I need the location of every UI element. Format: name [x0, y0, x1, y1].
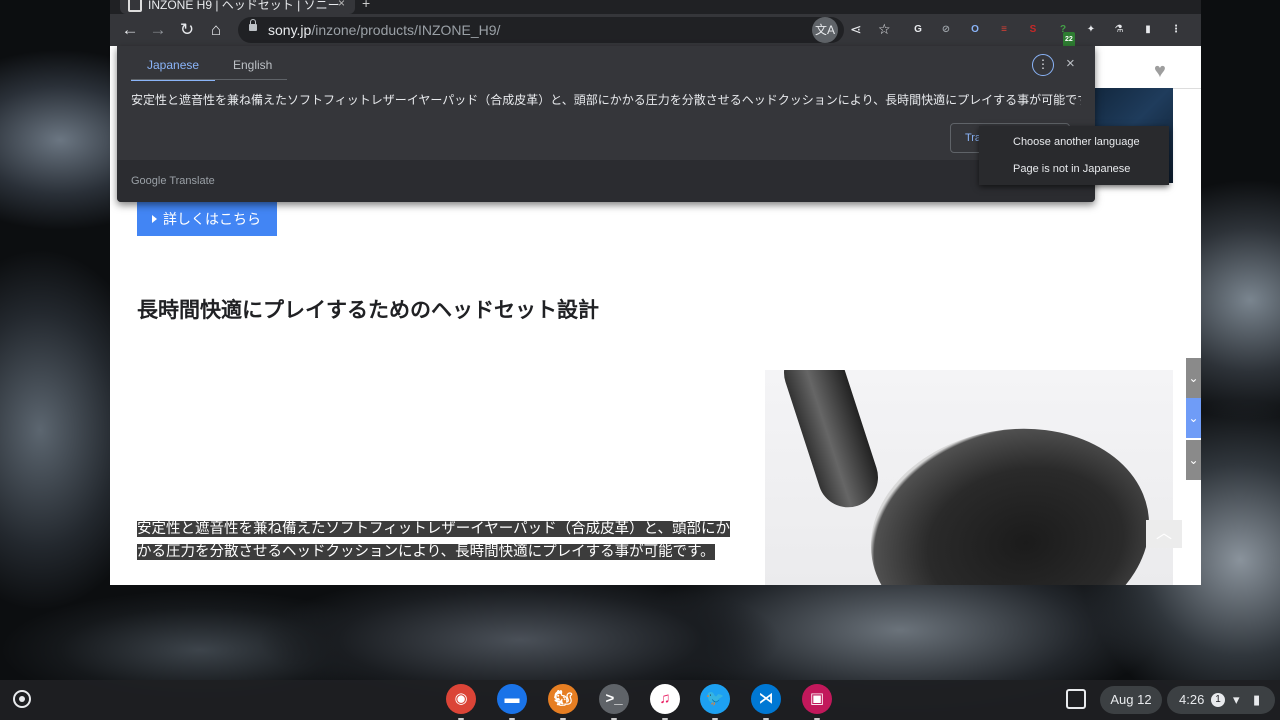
side-panel-icon[interactable]: ▮ [1140, 22, 1156, 38]
bookmark-star-icon[interactable]: ☆ [878, 21, 891, 38]
browser-tab[interactable]: INZONE H9 | ヘッドセット | ソニー × [120, 0, 355, 14]
more-options-icon[interactable]: ⋮ [1032, 54, 1054, 76]
tab-english[interactable]: English [217, 52, 288, 79]
menu-item-not-japanese[interactable]: Page is not in Japanese [1013, 163, 1130, 175]
translate-preview-text: 安定性と遮音性を兼ね備えたソフトフィットレザーイヤーパッド（合成皮革）と、頭部に… [131, 93, 1081, 107]
tab-strip: INZONE H9 | ヘッドセット | ソニー × + [110, 0, 1201, 14]
headphone-image [765, 370, 1173, 585]
chromeos-shelf: ◉ ▬ 🐿 >_ ♫ 🐦 ⋊ ▣ Aug 12 4:26 1 ▾ ▮ [0, 680, 1280, 720]
side-scroll-tab-1[interactable]: ⌄ [1186, 358, 1201, 398]
vscode-app-icon[interactable]: ⋊ [751, 684, 781, 720]
heart-icon[interactable]: ♥ [1154, 60, 1166, 83]
extensions-puzzle-icon[interactable]: ✦ [1083, 22, 1099, 38]
files-app-icon[interactable]: ▬ [497, 684, 527, 720]
back-button[interactable]: ← [120, 20, 140, 40]
todoist-extension-icon[interactable]: ≡ [996, 22, 1012, 38]
headphone-earcup [853, 407, 1167, 585]
tab-favicon-icon [128, 0, 142, 12]
labs-extension-icon[interactable]: ⚗ [1111, 22, 1127, 38]
status-tray[interactable]: 4:26 1 ▾ ▮ [1167, 686, 1275, 714]
grammar-extension-icon[interactable]: G [910, 22, 926, 38]
address-bar[interactable]: sony.jp/inzone/products/INZONE_H9/ ⋖ ☆ 文… [238, 17, 891, 43]
tab-japanese[interactable]: Japanese [131, 52, 216, 81]
tab-close-icon[interactable]: × [338, 0, 345, 10]
forward-button[interactable]: → [148, 20, 168, 40]
block-extension-icon[interactable]: ⊘ [938, 22, 954, 38]
menu-item-choose-language[interactable]: Choose another language [1013, 136, 1140, 148]
sentry-extension-icon[interactable]: S [1025, 22, 1041, 38]
close-icon[interactable]: × [1066, 55, 1075, 72]
notification-count: 1 [1211, 693, 1225, 707]
squirrel-app-icon[interactable]: 🐿 [548, 684, 578, 720]
privacy-extension-icon[interactable]: O [967, 22, 983, 38]
tab-title: INZONE H9 | ヘッドセット | ソニー [148, 0, 340, 12]
chrome-app-icon[interactable]: ◉ [446, 684, 476, 720]
translate-icon[interactable]: 文A [812, 17, 838, 43]
lock-icon[interactable] [249, 19, 257, 31]
scroll-to-top-button[interactable]: ︿ [1146, 520, 1182, 548]
section-heading: 長時間快適にプレイするためのヘッドセット設計 [137, 299, 599, 322]
side-scroll-tab-2[interactable]: ⌄ [1186, 398, 1201, 438]
terminal-app-icon[interactable]: >_ [599, 684, 629, 720]
virtual-desk-icon[interactable] [1066, 689, 1086, 709]
launcher-icon[interactable] [13, 690, 31, 708]
side-scroll-tab-3[interactable]: ⌄ [1186, 440, 1201, 480]
music-app-icon[interactable]: ♫ [650, 684, 680, 720]
headphone-band [776, 370, 886, 516]
product-description: 安定性と遮音性を兼ね備えたソフトフィットレザーイヤーパッド（合成皮革）と、頭部に… [137, 521, 731, 560]
tracker-extension-icon[interactable]: ? 22 [1055, 22, 1075, 48]
browser-toolbar: ← → ↻ ⌂ sony.jp/inzone/products/INZONE_H… [110, 14, 1201, 48]
twitter-app-icon[interactable]: 🐦 [700, 684, 730, 720]
reload-button[interactable]: ↻ [177, 20, 197, 40]
translate-bubble: Japanese English ⋮ × 安定性と遮音性を兼ね備えたソフトフィッ… [117, 46, 1169, 202]
tab-divider [131, 79, 287, 80]
time-text: 4:26 [1179, 692, 1205, 707]
share-icon[interactable]: ⋖ [850, 21, 862, 38]
browser-menu-icon[interactable]: ⋮ [1168, 22, 1184, 38]
learn-more-button[interactable]: 詳しくはこちら [137, 202, 277, 236]
translate-options-menu: Choose another language Page is not in J… [979, 126, 1169, 185]
new-tab-button[interactable]: + [362, 0, 370, 11]
home-button[interactable]: ⌂ [206, 20, 226, 40]
battery-icon: ▮ [1253, 692, 1261, 707]
photos-app-icon[interactable]: ▣ [802, 684, 832, 720]
url-text[interactable]: sony.jp/inzone/products/INZONE_H9/ [268, 22, 500, 38]
google-translate-brand: Google Translate [131, 175, 215, 187]
wifi-icon: ▾ [1233, 692, 1240, 707]
translate-footer: Google Translate [117, 160, 1095, 202]
date-pill[interactable]: Aug 12 [1100, 686, 1162, 714]
